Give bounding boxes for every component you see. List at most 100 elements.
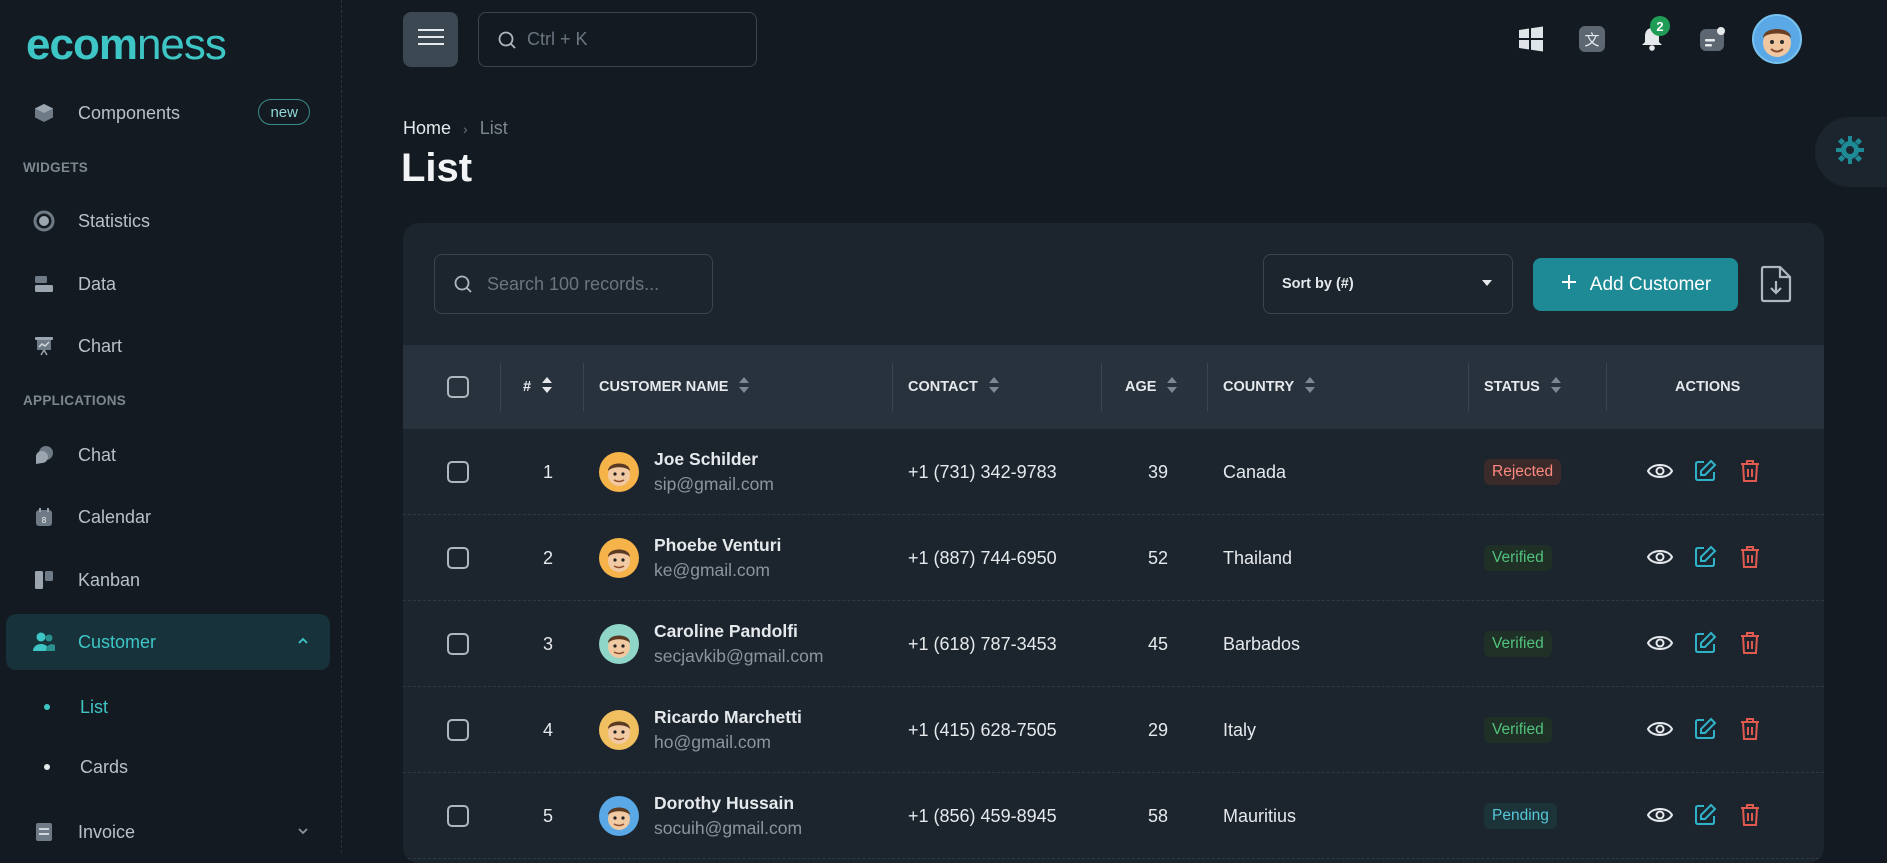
country-cell: Barbados xyxy=(1223,633,1301,654)
row-number: 1 xyxy=(542,461,553,482)
row-checkbox[interactable] xyxy=(447,601,469,687)
new-badge: new xyxy=(258,99,310,125)
view-eye-icon[interactable] xyxy=(1646,457,1674,485)
user-avatar[interactable] xyxy=(1752,14,1802,64)
brand-logo[interactable]: ecomness xyxy=(26,20,227,70)
column-header-status[interactable]: STATUS xyxy=(1484,345,1562,429)
invoice-icon xyxy=(30,818,58,846)
contact-cell: +1 (415) 628-7505 xyxy=(908,719,1057,740)
delete-trash-icon[interactable] xyxy=(1736,457,1764,485)
delete-trash-icon[interactable] xyxy=(1736,629,1764,657)
sidebar-item-calendar[interactable]: 8 Calendar xyxy=(6,489,330,545)
edit-icon[interactable] xyxy=(1691,801,1719,829)
sort-select-value: Sort by (#) xyxy=(1282,276,1354,292)
contact-cell: +1 (887) 744-6950 xyxy=(908,547,1057,568)
sidebar-item-label: Chat xyxy=(78,444,117,465)
caret-down-icon xyxy=(1480,275,1494,293)
gear-icon xyxy=(1835,135,1865,170)
sidebar-subitem-cards[interactable]: Cards xyxy=(38,749,128,785)
export-file-icon[interactable] xyxy=(1758,265,1794,303)
status-badge: Verified xyxy=(1484,717,1552,743)
sidebar-item-chart[interactable]: Chart xyxy=(6,318,330,374)
edit-icon[interactable] xyxy=(1691,715,1719,743)
column-header-age[interactable]: AGE xyxy=(1125,345,1178,429)
add-customer-button[interactable]: Add Customer xyxy=(1533,258,1738,311)
status-cell: Pending xyxy=(1484,773,1557,859)
row-checkbox[interactable] xyxy=(447,429,469,515)
customer-name[interactable]: Joe Schilder xyxy=(654,449,774,470)
column-divider xyxy=(1101,363,1102,411)
column-divider xyxy=(583,363,584,411)
customer-avatar xyxy=(599,452,639,492)
delete-trash-icon[interactable] xyxy=(1736,543,1764,571)
row-checkbox[interactable] xyxy=(447,687,469,773)
sidebar-item-invoice[interactable]: Invoice xyxy=(6,804,330,860)
sidebar-subitem-list[interactable]: List xyxy=(38,689,108,725)
customer-name[interactable]: Phoebe Venturi xyxy=(654,535,781,556)
customer-name[interactable]: Caroline Pandolfi xyxy=(654,621,823,642)
row-checkbox[interactable] xyxy=(447,515,469,601)
hamburger-icon xyxy=(417,28,444,51)
sidebar-item-kanban[interactable]: Kanban xyxy=(6,552,330,608)
column-header-label: # xyxy=(523,379,532,395)
column-header-contact[interactable]: CONTACT xyxy=(908,345,1000,429)
view-eye-icon[interactable] xyxy=(1646,629,1674,657)
column-header-label: STATUS xyxy=(1484,379,1540,395)
apps-grid-icon[interactable] xyxy=(1514,22,1548,56)
column-header-label: COUNTRY xyxy=(1223,379,1295,395)
settings-drawer-button[interactable] xyxy=(1815,117,1887,187)
select-all-checkbox[interactable] xyxy=(447,345,469,429)
column-divider xyxy=(1606,363,1607,411)
view-eye-icon[interactable] xyxy=(1646,801,1674,829)
edit-icon[interactable] xyxy=(1691,543,1719,571)
customer-cell: Phoebe Venturi ke@gmail.com xyxy=(599,515,781,601)
status-badge: Verified xyxy=(1484,631,1552,657)
sidebar-item-statistics[interactable]: Statistics xyxy=(6,193,330,249)
table-row: 5 Dorothy Hussain socuih@gmail.com +1 (856)… xyxy=(403,773,1824,859)
sidebar-item-label: Statistics xyxy=(78,210,151,231)
customer-email: secjavkib@gmail.com xyxy=(654,646,824,666)
view-eye-icon[interactable] xyxy=(1646,543,1674,571)
status-cell: Rejected xyxy=(1484,429,1562,515)
records-search-input[interactable]: Search 100 records... xyxy=(434,254,713,314)
chart-icon xyxy=(30,332,58,360)
language-icon[interactable]: 文 xyxy=(1575,22,1609,56)
sidebar-item-components[interactable]: Components new xyxy=(6,85,330,141)
customer-cell: Joe Schilder sip@gmail.com xyxy=(599,429,774,515)
svg-text:文: 文 xyxy=(1584,31,1599,49)
contacts-icon[interactable] xyxy=(1696,22,1730,56)
menu-toggle-button[interactable] xyxy=(403,12,458,67)
age-cell: 29 xyxy=(1147,719,1169,740)
row-checkbox[interactable] xyxy=(447,773,469,859)
breadcrumb-home-link[interactable]: Home xyxy=(403,118,451,139)
table-header: # CUSTOMER NAME CONTACT AGE COUNTRY STAT… xyxy=(403,345,1824,429)
sidebar-item-data[interactable]: Data xyxy=(6,256,330,312)
age-cell: 52 xyxy=(1147,547,1169,568)
delete-trash-icon[interactable] xyxy=(1736,715,1764,743)
sidebar-item-label: Customer xyxy=(78,631,157,652)
column-header-country[interactable]: COUNTRY xyxy=(1223,345,1316,429)
row-number: 5 xyxy=(542,805,553,826)
table-row: 4 Ricardo Marchetti ho@gmail.com +1 (415) 6… xyxy=(403,687,1824,773)
column-header-num[interactable]: # xyxy=(523,345,553,429)
status-cell: Verified xyxy=(1484,687,1552,773)
sidebar-item-label: Invoice xyxy=(78,821,136,842)
customer-name[interactable]: Dorothy Hussain xyxy=(654,793,802,814)
sidebar-item-chat[interactable]: Chat xyxy=(6,427,330,483)
delete-trash-icon[interactable] xyxy=(1736,801,1764,829)
column-header-customer-name[interactable]: CUSTOMER NAME xyxy=(599,345,750,429)
edit-icon[interactable] xyxy=(1691,457,1719,485)
country-cell: Mauritius xyxy=(1223,805,1297,826)
sidebar-item-customer[interactable]: Customer xyxy=(6,614,330,670)
status-badge: Rejected xyxy=(1484,459,1562,485)
view-eye-icon[interactable] xyxy=(1646,715,1674,743)
sort-select[interactable]: Sort by (#) xyxy=(1263,254,1513,314)
global-search-input[interactable]: Ctrl + K xyxy=(478,12,757,67)
notification-count-badge: 2 xyxy=(1650,16,1670,36)
customer-name[interactable]: Ricardo Marchetti xyxy=(654,707,802,728)
sidebar-item-label: Chart xyxy=(78,335,123,356)
column-divider xyxy=(500,363,501,411)
customer-cell: Ricardo Marchetti ho@gmail.com xyxy=(599,687,802,773)
edit-icon[interactable] xyxy=(1691,629,1719,657)
age-cell: 58 xyxy=(1147,805,1169,826)
